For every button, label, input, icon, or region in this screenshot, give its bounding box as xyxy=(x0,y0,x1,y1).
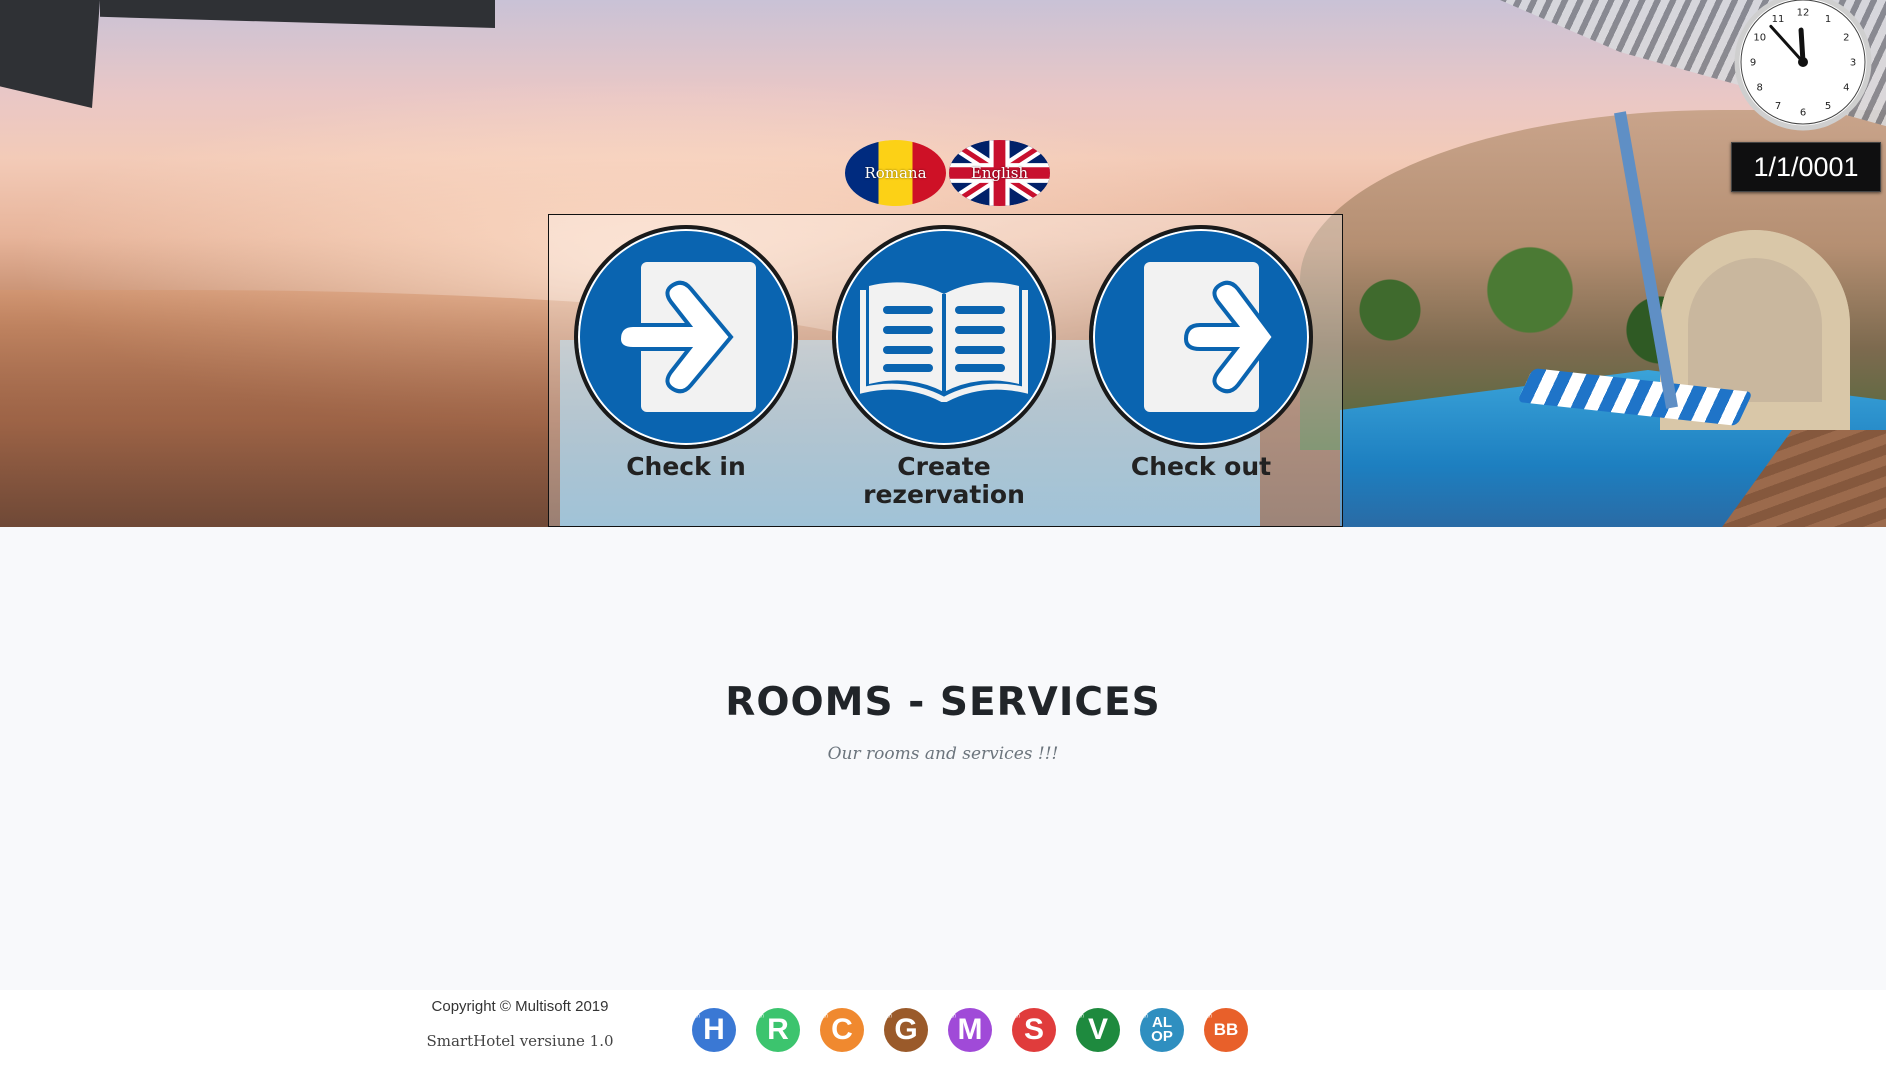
clock-number: 6 xyxy=(1800,108,1806,119)
language-english-button[interactable]: English xyxy=(949,140,1050,206)
app-h-icon[interactable]: SOLON H xyxy=(692,997,736,1052)
services-title: ROOMS - SERVICES xyxy=(725,680,1161,725)
language-english-label: English xyxy=(970,164,1029,182)
app-s-icon[interactable]: SOLON S xyxy=(1012,997,1056,1052)
clock-number: 10 xyxy=(1753,33,1766,44)
clock-number: 8 xyxy=(1757,83,1763,94)
copyright-text: Copyright © Multisoft 2019 xyxy=(431,998,609,1015)
version-text: SmartHotel versiune 1.0 xyxy=(426,1032,614,1050)
clock-number: 1 xyxy=(1825,14,1831,25)
check-in-circle[interactable] xyxy=(574,225,798,449)
language-romana-label: Romana xyxy=(864,164,927,182)
clock-number: 5 xyxy=(1825,101,1831,112)
app-v-icon[interactable]: SOLON V xyxy=(1076,997,1120,1052)
services-subtitle: Our rooms and services !!! xyxy=(827,744,1059,764)
analog-clock: 121234567891011 xyxy=(1734,0,1872,131)
check-out-label: Check out xyxy=(1130,452,1272,481)
app-m-icon[interactable]: SOLON M xyxy=(948,997,992,1052)
date-display: 1/1/0001 xyxy=(1731,142,1881,192)
create-reservation-label-line2: rezervation xyxy=(863,480,1025,509)
clock-number: 7 xyxy=(1775,101,1781,112)
clock-number: 4 xyxy=(1843,83,1849,94)
clock-number: 3 xyxy=(1850,58,1856,69)
check-in-label: Check in xyxy=(626,452,746,481)
language-romana-button[interactable]: Romana xyxy=(845,140,946,206)
clock-number: 9 xyxy=(1750,58,1756,69)
check-in-button[interactable]: Check in xyxy=(571,225,801,481)
clock-number: 11 xyxy=(1772,14,1785,25)
arrow-out-door-icon xyxy=(1144,262,1276,412)
app-alop-icon[interactable]: SOLON AL OP xyxy=(1140,997,1184,1052)
hero-banner: Romana English Check in Create rezervati… xyxy=(0,0,1886,527)
footer: Copyright © Multisoft 2019 SmartHotel ve… xyxy=(0,990,1886,1072)
create-reservation-label-line1: Create xyxy=(897,452,991,481)
actions-panel: Check in Create rezervation Check out xyxy=(548,214,1343,527)
app-icons-bar: SOLON H SOLON R SOLON C SOLON G SOLON M SOLON… xyxy=(692,997,1248,1052)
open-book-icon xyxy=(860,282,1028,402)
arrow-into-door-icon xyxy=(616,262,756,412)
app-g-icon[interactable]: SOLON G xyxy=(884,997,928,1052)
app-c-icon[interactable]: SOLON C xyxy=(820,997,864,1052)
app-bb-icon[interactable]: SOLON BB xyxy=(1204,997,1248,1052)
clock-number: 2 xyxy=(1843,33,1849,44)
create-reservation-button[interactable]: Create rezervation xyxy=(829,225,1059,509)
create-reservation-circle[interactable] xyxy=(832,225,1056,449)
check-out-circle[interactable] xyxy=(1089,225,1313,449)
app-r-icon[interactable]: SOLON R xyxy=(756,997,800,1052)
clock-number: 12 xyxy=(1797,8,1810,19)
check-out-button[interactable]: Check out xyxy=(1086,225,1316,481)
